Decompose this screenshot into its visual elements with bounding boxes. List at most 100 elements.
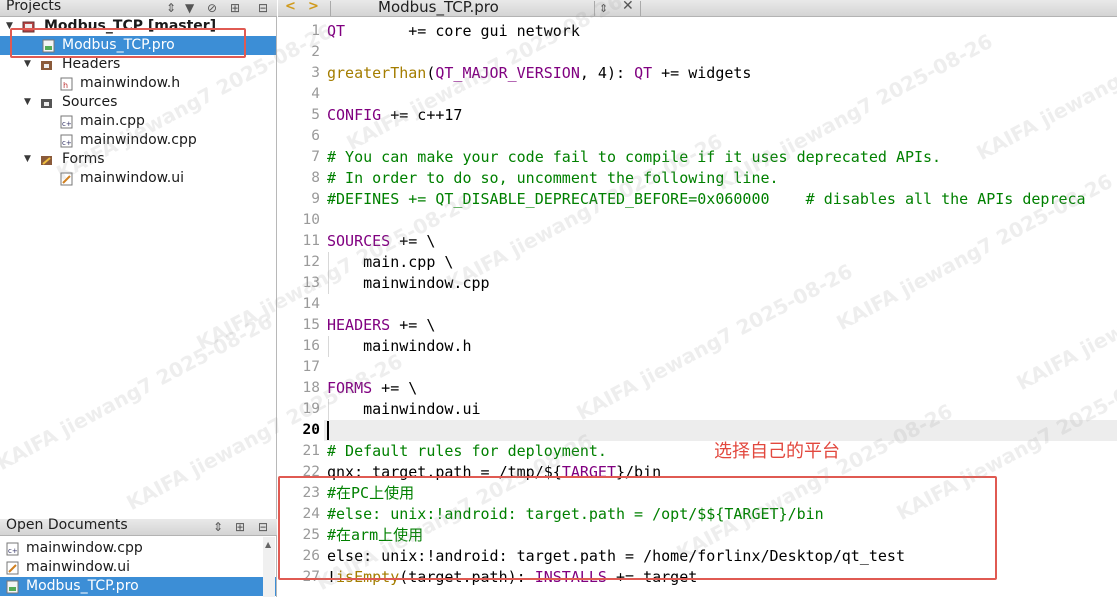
left-sidebar: Projects ⇕ ▼ ⊘ ⊞ ⊟ ▼ Modbus_TCP [master]… xyxy=(0,0,277,597)
open-doc-label: mainwindow.ui xyxy=(26,559,131,575)
code-line[interactable]: main.cpp \ xyxy=(327,252,453,273)
tree-item-mainwindow-h[interactable]: h mainwindow.h xyxy=(0,74,276,93)
tree-item-forms[interactable]: ▼ Forms xyxy=(0,150,276,169)
chevron-right-icon[interactable]: > xyxy=(308,0,319,14)
line-number: 9 xyxy=(311,191,320,207)
expand-arrow-icon[interactable]: ▼ xyxy=(24,150,31,169)
tree-item-main-cpp[interactable]: c+ main.cpp xyxy=(0,112,276,131)
line-number: 18 xyxy=(302,380,320,396)
line-number: 19 xyxy=(302,401,320,417)
sources-folder-icon xyxy=(41,99,52,108)
line-number: 12 xyxy=(302,254,320,270)
open-doc-label: Modbus_TCP.pro xyxy=(26,578,139,594)
close-pane-icon[interactable]: ⊟ xyxy=(258,0,268,17)
line-number: 2 xyxy=(311,44,320,60)
line-number: 3 xyxy=(311,65,320,81)
pro-file-icon xyxy=(6,580,19,594)
filter-icon[interactable]: ▼ xyxy=(185,0,194,17)
code-line[interactable]: HEADERS += \ xyxy=(327,315,435,336)
open-doc-item[interactable]: c+ mainwindow.cpp xyxy=(0,539,276,558)
indent-guide xyxy=(328,336,329,357)
split-icon[interactable]: ⊞ xyxy=(235,519,245,536)
code-line[interactable]: QT += core gui network xyxy=(327,21,580,42)
open-documents-header: Open Documents ⇕ ⊞ ⊟ xyxy=(0,517,277,536)
code-line[interactable]: SOURCES += \ xyxy=(327,231,435,252)
line-number: 6 xyxy=(311,128,320,144)
projects-title: Projects xyxy=(6,0,62,14)
line-number: 10 xyxy=(302,212,320,228)
scroll-up-icon[interactable]: ▲ xyxy=(265,540,271,549)
cpp-file-icon: c+ xyxy=(60,134,73,148)
line-number: 8 xyxy=(311,170,320,186)
forms-label: Forms xyxy=(62,151,105,167)
tab-separator xyxy=(330,1,331,16)
tab-separator xyxy=(594,1,595,16)
line-number: 4 xyxy=(311,86,320,102)
line-number: 13 xyxy=(302,275,320,291)
highlight-box-pro-file xyxy=(10,28,246,58)
close-icon[interactable]: ✕ xyxy=(622,0,634,14)
line-number: 17 xyxy=(302,359,320,375)
close-pane-icon[interactable]: ⊟ xyxy=(258,519,268,536)
chevron-left-icon[interactable]: < xyxy=(285,0,296,14)
sources-label: Sources xyxy=(62,94,118,110)
line-number: 5 xyxy=(311,107,320,123)
sort-icon[interactable]: ⇕ xyxy=(166,0,176,17)
code-line[interactable]: FORMS += \ xyxy=(327,378,417,399)
line-number: 21 xyxy=(302,443,320,459)
main-cpp-label: main.cpp xyxy=(80,113,145,129)
code-line[interactable]: mainwindow.ui xyxy=(327,399,480,420)
open-doc-item[interactable]: mainwindow.ui xyxy=(0,558,276,577)
ui-file-icon xyxy=(6,561,19,575)
highlight-box-platform xyxy=(278,476,997,580)
forms-folder-icon xyxy=(41,156,52,165)
mainwindow-h-label: mainwindow.h xyxy=(80,75,181,91)
svg-text:c+: c+ xyxy=(8,547,18,555)
cpp-file-icon: c+ xyxy=(60,115,73,129)
open-doc-item[interactable]: Modbus_TCP.pro xyxy=(0,577,276,596)
open-documents-list: c+ mainwindow.cpp mainwindow.ui Modbus_T… xyxy=(0,537,276,597)
cpp-file-icon: c+ xyxy=(6,542,19,556)
code-line[interactable]: # You can make your code fail to compile… xyxy=(327,147,941,168)
code-line[interactable]: CONFIG += c++17 xyxy=(327,105,462,126)
tree-item-sources[interactable]: ▼ Sources xyxy=(0,93,276,112)
expand-arrow-icon[interactable]: ▼ xyxy=(24,93,31,112)
tab-separator xyxy=(640,1,641,16)
line-number: 15 xyxy=(302,317,320,333)
line-number: 14 xyxy=(302,296,320,312)
editor-tab-bar: < > Modbus_TCP.pro ⇕ ✕ xyxy=(278,0,1117,17)
code-line[interactable]: #DEFINES += QT_DISABLE_DEPRECATED_BEFORE… xyxy=(327,189,1086,210)
open-docs-scrollbar[interactable]: ▲ xyxy=(263,537,275,597)
svg-text:h: h xyxy=(63,81,68,90)
indent-guide xyxy=(328,399,329,420)
code-line[interactable]: greaterThan(QT_MAJOR_VERSION, 4): QT += … xyxy=(327,63,751,84)
split-icon[interactable]: ⊞ xyxy=(230,0,240,17)
ui-file-icon xyxy=(60,172,73,186)
svg-text:c+: c+ xyxy=(62,139,72,147)
line-number: 7 xyxy=(311,149,320,165)
svg-text:c+: c+ xyxy=(62,120,72,128)
line-number: 16 xyxy=(302,338,320,354)
line-number: 11 xyxy=(302,233,320,249)
headers-folder-icon xyxy=(41,61,52,70)
code-line[interactable]: # In order to do so, uncomment the follo… xyxy=(327,168,779,189)
sort-icon[interactable]: ⇕ xyxy=(213,519,223,536)
link-icon[interactable]: ⊘ xyxy=(207,0,217,17)
current-file-tab[interactable]: Modbus_TCP.pro xyxy=(378,0,499,16)
tree-item-mainwindow-cpp[interactable]: c+ mainwindow.cpp xyxy=(0,131,276,150)
text-caret xyxy=(327,421,329,440)
header-file-icon: h xyxy=(60,77,73,91)
mainwindow-cpp-label: mainwindow.cpp xyxy=(80,132,197,148)
mainwindow-ui-label: mainwindow.ui xyxy=(80,170,185,186)
indent-guide xyxy=(328,252,329,294)
tree-item-mainwindow-ui[interactable]: mainwindow.ui xyxy=(0,169,276,188)
projects-header: Projects ⇕ ▼ ⊘ ⊞ ⊟ xyxy=(0,0,277,17)
code-line[interactable]: mainwindow.h xyxy=(327,336,471,357)
open-documents-title: Open Documents xyxy=(6,517,128,533)
code-line[interactable]: mainwindow.cpp xyxy=(327,273,489,294)
open-doc-label: mainwindow.cpp xyxy=(26,540,143,556)
code-line[interactable]: # Default rules for deployment. xyxy=(327,441,607,462)
dropdown-icon[interactable]: ⇕ xyxy=(599,0,608,17)
line-number: 1 xyxy=(311,23,320,39)
line-number: 20 xyxy=(302,422,320,438)
